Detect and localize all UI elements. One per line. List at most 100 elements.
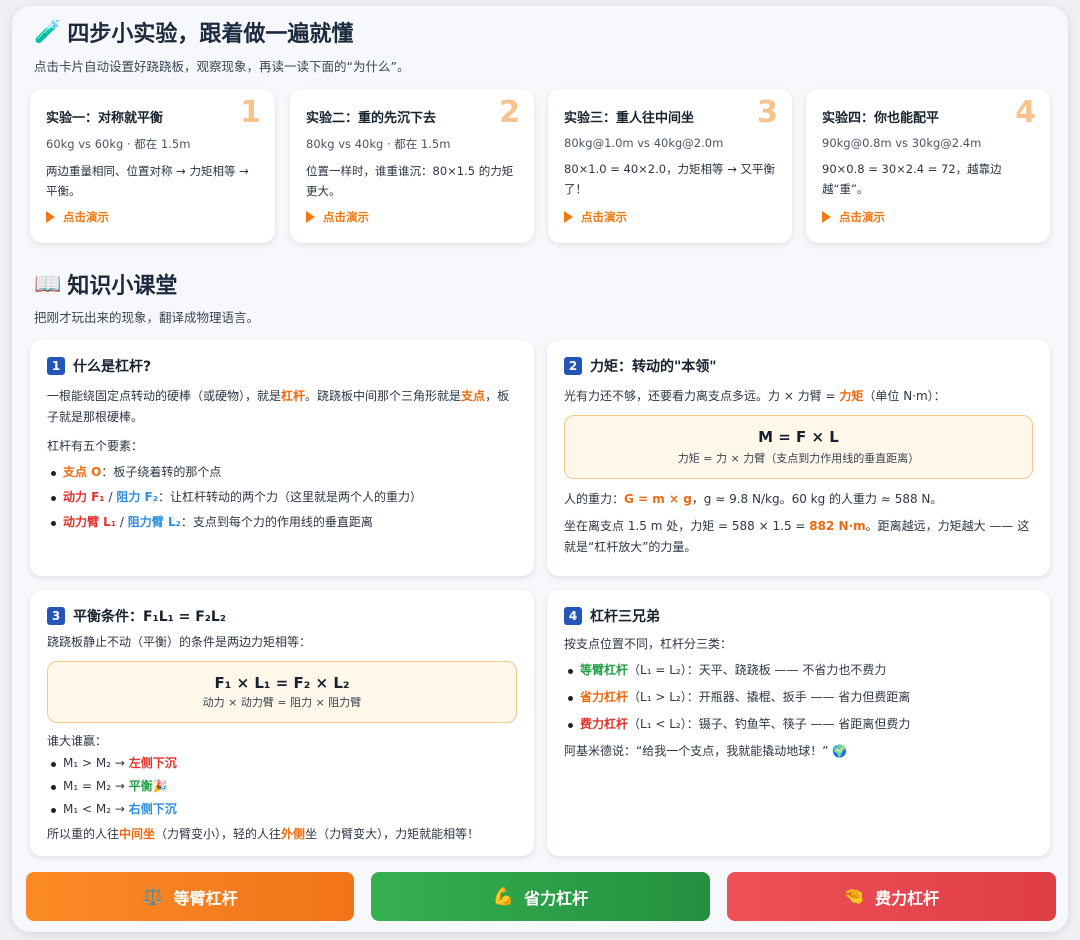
lesson-card-torque: 2 力矩：转动的"本领" 光有力还不够，还要看力离支点多远。力 × 力臂 = 力… (547, 340, 1050, 576)
play-demo-link[interactable]: 点击演示 (46, 209, 109, 225)
term-lever: 杠杆 (281, 389, 306, 403)
text: 所以重的人往 (47, 826, 120, 841)
text: 光有力还不够，还要看力离支点多远。力 × 力臂 = (564, 389, 840, 403)
list-item: M₁ = M₂ → 平衡🎉 (47, 777, 517, 796)
experiment-card-1[interactable]: 实验一：对称就平衡 1 60kg vs 60kg · 都在 1.5m 两边重量相… (30, 89, 275, 243)
element-list: 支点 O：板子绕着转的那个点 动力 F₁ / 阻力 F₂：让杠杆转动的两个力（这… (47, 463, 517, 533)
text: （L₁ < L₂）：镊子、钓鱼竿、筷子 —— 省距离但费力 (628, 717, 911, 732)
lesson-paragraph: 一根能绕固定点转动的硬棒（或硬物），就是杠杆。跷跷板中间那个三角形就是支点，板子… (47, 386, 517, 428)
lever-type: 费力杠杆 (580, 717, 629, 732)
flexed-biceps-icon: 💪 (492, 886, 515, 907)
test-tube-icon: 🧪 (34, 19, 62, 45)
lesson-paragraph: 人的重力：G = m × g，g ≈ 9.8 N/kg。60 kg 的人重力 ≈… (564, 489, 1033, 510)
force-costing-lever-button[interactable]: 🤏 费力杠杆 (727, 872, 1056, 921)
lesson-card-balance: 3 平衡条件：F₁L₁ = F₂L₂ 跷跷板静止不动（平衡）的条件是两边力矩相等… (30, 590, 534, 856)
lesson-paragraph: 所以重的人往中间坐（力臂变小），轻的人往外侧坐（力臂变大），力矩就能相等！ (47, 824, 517, 845)
page-title: 🧪 四步小实验，跟着做一遍就懂 (34, 16, 353, 48)
knowledge-heading-text: 知识小课堂 (67, 274, 178, 299)
play-demo-link[interactable]: 点击演示 (822, 209, 885, 225)
experiment-desc: 两边重量相同、位置对称 → 力矩相等 → 平衡。 (46, 164, 249, 198)
text: （单位 N·m）： (863, 389, 946, 403)
outcome: 左侧下沉 (128, 756, 177, 770)
archimedes-quote: 阿基米德说：“给我一个支点，我就能撬动地球！” 🌍 (564, 743, 848, 758)
lesson-paragraph: 跷跷板静止不动（平衡）的条件是两边力矩相等： (47, 635, 312, 649)
play-demo-label: 点击演示 (323, 210, 369, 224)
experiment-card-2[interactable]: 实验二：重的先沉下去 2 80kg vs 40kg · 都在 1.5m 位置一样… (290, 89, 534, 243)
term-torque: 力矩 (839, 389, 864, 403)
equal-arm-lever-button[interactable]: ⚖️ 等臂杠杆 (26, 872, 354, 921)
text: M₁ = M₂ → (63, 779, 129, 794)
play-icon (822, 211, 831, 223)
experiment-card-3[interactable]: 实验三：重人往中间坐 3 80kg@1.0m vs 40kg@2.0m 80×1… (548, 89, 792, 243)
text: 人的重力： (564, 492, 625, 506)
highlight: 外侧 (281, 826, 306, 841)
formula-box: M = F × L 力矩 = 力 × 力臂（支点到力作用线的垂直距离） (564, 415, 1033, 479)
lesson-card-lever: 1 什么是杠杆? 一根能绕固定点转动的硬棒（或硬物），就是杠杆。跷跷板中间那个三… (30, 340, 534, 576)
text: （力臂变小），轻的人往 (155, 826, 282, 841)
term-fulcrum: 支点 (461, 389, 486, 403)
pinching-hand-icon: 🤏 (843, 886, 866, 907)
experiment-desc: 80×1.0 = 40×2.0，力矩相等 → 又平衡了！ (564, 162, 776, 196)
balance-scale-icon: ⚖️ (142, 886, 164, 907)
play-icon (306, 211, 315, 223)
play-demo-link[interactable]: 点击演示 (306, 209, 369, 225)
experiment-number: 3 (757, 95, 778, 130)
play-icon (46, 211, 55, 223)
experiment-meta: 80kg vs 40kg · 都在 1.5m (306, 137, 451, 151)
lesson-card-title-text: 力矩：转动的"本领" (590, 359, 717, 375)
formula: M = F × L (758, 428, 839, 446)
text: 坐（力臂变大），力矩就能相等！ (305, 826, 480, 841)
play-demo-label: 点击演示 (839, 210, 885, 224)
play-demo-link[interactable]: 点击演示 (564, 209, 627, 225)
number-badge: 2 (564, 357, 582, 375)
play-demo-label: 点击演示 (581, 210, 627, 224)
button-label: 等臂杠杆 (173, 888, 238, 908)
force-saving-lever-button[interactable]: 💪 省力杠杆 (371, 872, 710, 921)
lesson-card-title-text: 什么是杠杆? (73, 359, 152, 375)
list-item: 等臂杠杆（L₁ = L₂）：天平、跷跷板 —— 不省力也不费力 (564, 661, 1033, 680)
lesson-card-title: 3 平衡条件：F₁L₁ = F₂L₂ (47, 606, 517, 626)
outcome-list: M₁ > M₂ → 左侧下沉 M₁ = M₂ → 平衡🎉 M₁ < M₂ → 右… (47, 754, 517, 820)
experiment-number: 4 (1015, 95, 1036, 130)
outcome: 平衡 (128, 779, 153, 794)
number-badge: 3 (47, 607, 65, 625)
text: ：让杠杆转动的两个力（这里就是两个人的重力） (157, 490, 422, 505)
open-book-icon: 📖 (34, 271, 62, 297)
party-popper-icon: 🎉 (152, 779, 168, 794)
lesson-paragraph: 光有力还不够，还要看力离支点多远。力 × 力臂 = 力矩（单位 N·m）： (564, 386, 1033, 407)
lesson-card-title: 2 力矩：转动的"本领" (564, 356, 1033, 376)
list-item: 费力杠杆（L₁ < L₂）：镊子、钓鱼竿、筷子 —— 省距离但费力 (564, 715, 1033, 734)
list-item: 支点 O：板子绕着转的那个点 (47, 463, 517, 482)
highlight-value: 882 N·m (809, 519, 866, 533)
experiment-meta: 80kg@1.0m vs 40kg@2.0m (564, 136, 724, 150)
experiment-desc: 90×0.8 = 30×2.4 = 72，越靠边越“重”。 (822, 162, 1002, 196)
experiment-title: 实验二：重的先沉下去 (306, 111, 437, 126)
list-item: 动力 F₁ / 阻力 F₂：让杠杆转动的两个力（这里就是两个人的重力） (47, 488, 517, 507)
experiment-meta: 60kg vs 60kg · 都在 1.5m (46, 137, 191, 151)
experiment-title: 实验一：对称就平衡 (46, 111, 164, 126)
experiment-desc: 位置一样时，谁重谁沉：80×1.5 的力矩更大。 (306, 164, 514, 198)
lever-type-list: 等臂杠杆（L₁ = L₂）：天平、跷跷板 —— 不省力也不费力 省力杠杆（L₁ … (564, 661, 1033, 735)
number-badge: 4 (564, 607, 582, 625)
text: / (116, 515, 128, 530)
lesson-card-title: 1 什么是杠杆? (47, 356, 517, 376)
list-item: M₁ < M₂ → 右侧下沉 (47, 800, 517, 819)
button-label: 省力杠杆 (524, 888, 589, 908)
experiment-title: 实验四：你也能配平 (822, 111, 940, 126)
lesson-card-lever-types: 4 杠杆三兄弟 按支点位置不同，杠杆分三类： 等臂杠杆（L₁ = L₂）：天平、… (547, 590, 1050, 856)
text: M₁ < M₂ → (63, 802, 129, 817)
text: 。跷跷板中间那个三角形就是 (305, 389, 462, 403)
term: 动力 F₁ (63, 490, 105, 505)
highlight: 中间坐 (119, 826, 156, 841)
experiment-title: 实验三：重人往中间坐 (564, 111, 695, 126)
formula-inline: G = m × g (624, 492, 692, 506)
page-subtitle: 点击卡片自动设置好跷跷板，观察现象，再读一读下面的“为什么”。 (34, 59, 410, 74)
lesson-paragraph: 杠杆有五个要素： (47, 439, 144, 453)
text: 一根能绕固定点转动的硬棒（或硬物），就是 (47, 389, 282, 403)
formula-box: F₁ × L₁ = F₂ × L₂ 动力 × 动力臂 = 阻力 × 阻力臂 (47, 661, 517, 723)
lesson-card-title-text: 杠杆三兄弟 (590, 609, 660, 625)
experiment-card-4[interactable]: 实验四：你也能配平 4 90kg@0.8m vs 30kg@2.4m 90×0.… (806, 89, 1050, 243)
button-label: 费力杠杆 (875, 888, 940, 908)
text: 坐在离支点 1.5 m 处，力矩 = 588 × 1.5 = (564, 519, 810, 533)
text: （L₁ > L₂）：开瓶器、撬棍、扳手 —— 省力但费距离 (628, 690, 911, 705)
